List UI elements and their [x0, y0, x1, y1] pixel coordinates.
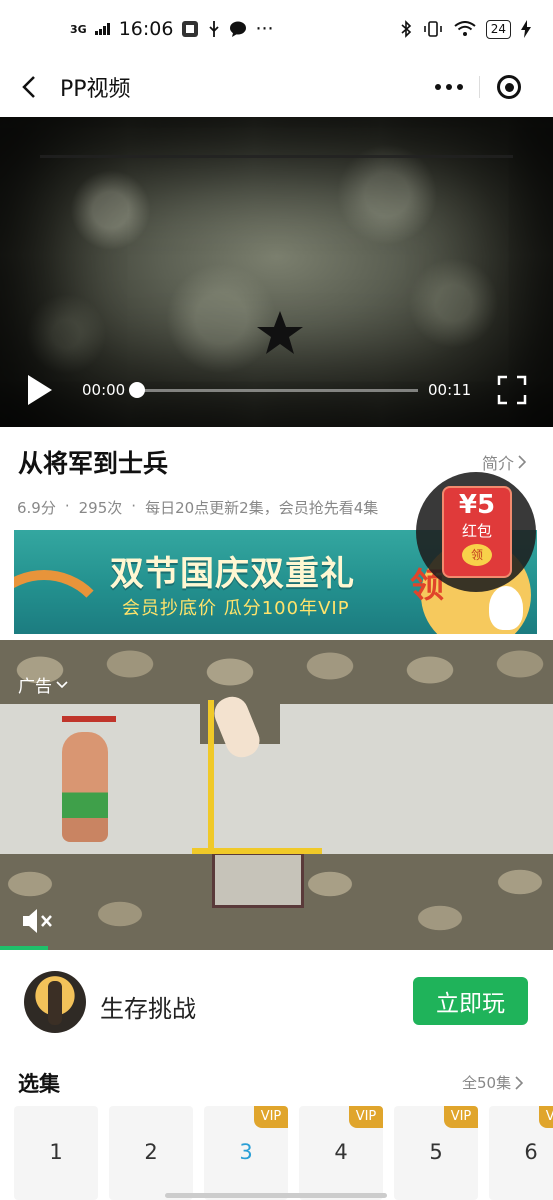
- wifi-icon: [454, 21, 476, 36]
- intro-label: 简介: [482, 454, 515, 473]
- episode-item[interactable]: 6VIP: [489, 1106, 553, 1200]
- vip-badge: VIP: [254, 1106, 288, 1128]
- video-player[interactable]: 00:00 00:11: [0, 117, 553, 427]
- back-button[interactable]: [0, 58, 58, 116]
- show-meta: 6.9分 · 295次 · 每日20点更新2集，会员抢先看4集: [17, 497, 379, 517]
- crescent-star-emblem: [257, 267, 310, 354]
- vibrate-icon: [423, 21, 442, 37]
- episode-number: 5: [429, 1140, 443, 1164]
- ad-video[interactable]: [0, 640, 553, 950]
- bluetooth-icon: [401, 20, 411, 38]
- vip-badge: VIP: [444, 1106, 478, 1128]
- close-mini-program-button[interactable]: [479, 75, 539, 99]
- game-avatar: [24, 971, 86, 1033]
- red-packet-claim: 领: [462, 544, 492, 566]
- more-notifications-icon: ···: [255, 18, 274, 40]
- ad-label[interactable]: 广告: [18, 672, 68, 697]
- play-now-button[interactable]: 立即玩: [413, 977, 528, 1025]
- ad-progress-bar: [0, 946, 48, 950]
- play-button[interactable]: [26, 373, 54, 407]
- battery-level: 24: [485, 19, 511, 39]
- chevron-right-icon: [518, 455, 527, 469]
- current-time: 00:00: [82, 381, 126, 399]
- mute-icon[interactable]: [20, 906, 54, 936]
- game-hero: [62, 732, 108, 842]
- chevron-down-icon: [56, 680, 68, 688]
- show-title: 从将军到士兵: [18, 449, 169, 478]
- network-type: 3G: [70, 22, 87, 36]
- red-packet-amount: ¥5: [458, 490, 496, 520]
- chevron-right-icon: [515, 1075, 524, 1090]
- episode-item[interactable]: 4 VIP: [299, 1106, 383, 1200]
- episode-item[interactable]: 2: [109, 1106, 193, 1200]
- clock: 16:06: [118, 18, 174, 40]
- target-icon: [497, 75, 522, 99]
- usb-icon: [209, 21, 220, 37]
- score: 6.9分: [17, 499, 56, 517]
- play-count: 295次: [78, 499, 123, 517]
- episode-item[interactable]: 3 VIP: [204, 1106, 288, 1200]
- episode-number: 6: [524, 1140, 538, 1164]
- intro-link[interactable]: 简介: [482, 450, 527, 474]
- pull-pin: [208, 700, 214, 852]
- page-title: PP视频: [60, 77, 131, 102]
- status-bar: 3G 16:06 ··· 24: [0, 0, 553, 58]
- episode-item[interactable]: 1: [14, 1106, 98, 1200]
- charging-icon: [521, 20, 531, 38]
- episode-list: 123VIP4VIP5VIP6VIP: [14, 1106, 553, 1200]
- seek-bar[interactable]: [136, 389, 418, 392]
- more-menu-button[interactable]: [419, 84, 479, 90]
- red-packet-icon: ¥5 红包 领: [442, 486, 512, 578]
- app-notification-icon: [182, 21, 199, 37]
- duration: 00:11: [428, 381, 472, 399]
- pull-pin-horizontal: [192, 848, 322, 854]
- game-name: 生存挑战: [100, 995, 196, 1023]
- home-indicator: [165, 1193, 387, 1198]
- banner-title: 双节国庆双重礼: [110, 554, 355, 594]
- signal-icon: [94, 23, 110, 35]
- all-episodes-label: 全50集: [462, 1074, 512, 1092]
- vip-badge: VIP: [539, 1106, 553, 1128]
- episode-number: 2: [144, 1140, 158, 1164]
- episode-number: 4: [334, 1140, 348, 1164]
- game-promo-row: 生存挑战 立即玩: [0, 955, 553, 1045]
- red-packet-label: 红包: [461, 522, 492, 540]
- mini-program-capsule: [419, 66, 539, 108]
- all-episodes-link[interactable]: 全50集: [462, 1072, 524, 1093]
- chat-bubble-icon: [230, 21, 247, 37]
- seek-handle[interactable]: [129, 382, 145, 398]
- nav-bar: PP视频: [0, 58, 553, 116]
- health-bar: [62, 716, 116, 722]
- fullscreen-icon[interactable]: [497, 375, 527, 405]
- episodes-title: 选集: [18, 1072, 60, 1096]
- banner-subtitle: 会员抄底价 瓜分100年VIP: [122, 598, 350, 619]
- update-info: 每日20点更新2集，会员抢先看4集: [145, 499, 379, 517]
- red-packet-float[interactable]: ¥5 红包 领: [416, 472, 536, 592]
- vip-badge: VIP: [349, 1106, 383, 1128]
- episode-item[interactable]: 5 VIP: [394, 1106, 478, 1200]
- rabbit-illustration: [489, 586, 523, 630]
- episode-number: 1: [49, 1140, 63, 1164]
- chevron-left-icon: [22, 76, 35, 98]
- saw-trap: [212, 852, 304, 908]
- episode-number: 3: [239, 1140, 253, 1164]
